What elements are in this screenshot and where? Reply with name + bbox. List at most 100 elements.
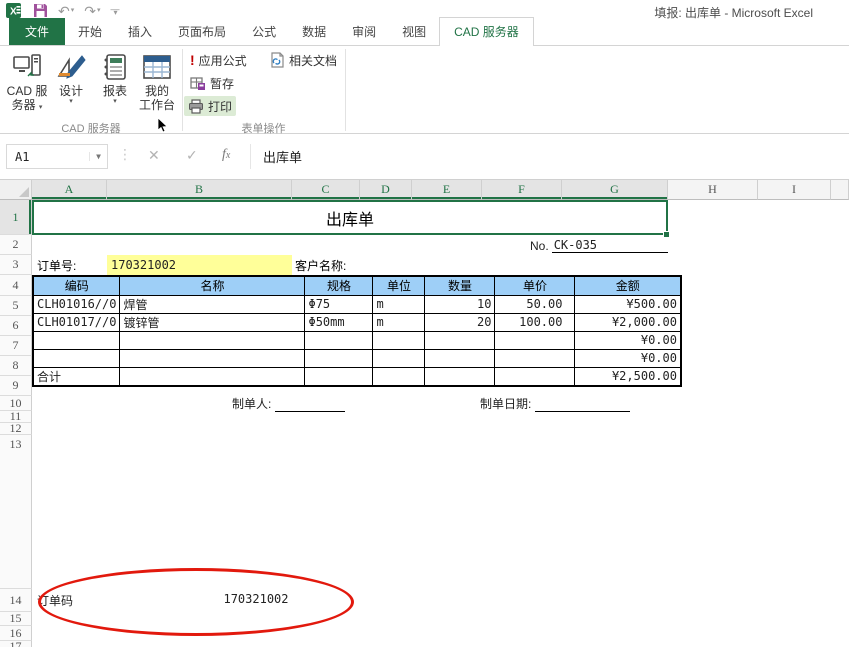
- cancel-icon[interactable]: ✕: [148, 147, 160, 164]
- temp-save-button[interactable]: 暂存: [186, 73, 238, 93]
- formula-bar-separator: ⋮: [118, 146, 132, 163]
- maker-blank-line: [275, 399, 345, 412]
- col-header-g[interactable]: G: [562, 180, 668, 200]
- cell[interactable]: [33, 349, 120, 367]
- cell[interactable]: Φ75: [305, 295, 373, 313]
- print-button[interactable]: 打印: [184, 96, 236, 116]
- cell[interactable]: [495, 331, 575, 349]
- cad-server-button[interactable]: CAD 服 务器 ▾: [7, 50, 47, 128]
- total-label-cell[interactable]: 合计: [33, 367, 120, 386]
- insert-function-icon[interactable]: fx: [222, 147, 230, 163]
- cell[interactable]: [495, 349, 575, 367]
- cell[interactable]: 100.00: [495, 313, 575, 331]
- doc-number-value: CK-035: [552, 238, 668, 253]
- design-button[interactable]: 设计 ▾: [51, 50, 91, 128]
- row-header-13[interactable]: 13: [0, 435, 32, 589]
- redo-dropdown-icon[interactable]: ▾: [97, 3, 101, 19]
- related-docs-button[interactable]: 相关文档: [266, 50, 341, 70]
- col-header-i[interactable]: I: [758, 180, 831, 200]
- order-no-label: 订单号:: [37, 257, 76, 274]
- customize-qat-button[interactable]: —▾: [111, 7, 120, 15]
- cell[interactable]: [495, 367, 575, 386]
- select-all-corner[interactable]: [0, 180, 32, 200]
- tab-formulas[interactable]: 公式: [239, 18, 289, 45]
- row-header-8[interactable]: 8: [0, 356, 32, 376]
- cell[interactable]: ¥0.00: [575, 331, 681, 349]
- cell[interactable]: [373, 331, 425, 349]
- row-header-7[interactable]: 7: [0, 336, 32, 356]
- cell[interactable]: [120, 331, 305, 349]
- cell[interactable]: [120, 367, 305, 386]
- col-header-e[interactable]: E: [412, 180, 482, 200]
- total-amount-cell[interactable]: ¥2,500.00: [575, 367, 681, 386]
- col-header-a[interactable]: A: [32, 180, 107, 200]
- row-header-17[interactable]: 17: [0, 641, 32, 647]
- undo-dropdown-icon[interactable]: ▾: [71, 3, 75, 19]
- cell[interactable]: ¥500.00: [575, 295, 681, 313]
- row-header-15[interactable]: 15: [0, 612, 32, 626]
- cell[interactable]: [373, 367, 425, 386]
- cell[interactable]: ¥0.00: [575, 349, 681, 367]
- apply-formula-button[interactable]: ! 应用公式: [186, 50, 251, 70]
- enter-icon[interactable]: ✓: [186, 147, 198, 164]
- cell[interactable]: m: [373, 313, 425, 331]
- order-no-value: 170321002: [111, 258, 176, 272]
- tab-cad-server[interactable]: CAD 服务器: [439, 17, 534, 46]
- tab-data[interactable]: 数据: [289, 18, 339, 45]
- name-box-dropdown-icon[interactable]: ▼: [89, 152, 107, 161]
- row-headers: 1 2 3 4 5 6 7 8 9 10 11 12 13 14 15 16 1…: [0, 200, 32, 647]
- cell[interactable]: 镀锌管: [120, 313, 305, 331]
- temp-save-icon: [190, 76, 206, 91]
- col-header-d[interactable]: D: [360, 180, 412, 200]
- cell[interactable]: [305, 367, 373, 386]
- row-header-6[interactable]: 6: [0, 316, 32, 336]
- cell[interactable]: 焊管: [120, 295, 305, 313]
- row-header-9[interactable]: 9: [0, 376, 32, 396]
- cell[interactable]: [33, 331, 120, 349]
- tab-view[interactable]: 视图: [389, 18, 439, 45]
- col-header-h[interactable]: H: [668, 180, 758, 200]
- row-header-14[interactable]: 14: [0, 589, 32, 612]
- col-header-c[interactable]: C: [292, 180, 360, 200]
- save-button[interactable]: [33, 3, 48, 18]
- col-header-f[interactable]: F: [482, 180, 562, 200]
- cell[interactable]: Φ50mm: [305, 313, 373, 331]
- cell[interactable]: [425, 331, 495, 349]
- tab-insert[interactable]: 插入: [115, 18, 165, 45]
- redo-button[interactable]: ↷▾: [84, 3, 100, 19]
- row-header-2[interactable]: 2: [0, 235, 32, 255]
- tab-page-layout[interactable]: 页面布局: [165, 18, 239, 45]
- cell[interactable]: CLH01017//0: [33, 313, 120, 331]
- formula-input[interactable]: 出库单: [250, 144, 845, 169]
- undo-button[interactable]: ↶▾: [58, 3, 74, 19]
- cell[interactable]: [373, 349, 425, 367]
- cell[interactable]: [305, 331, 373, 349]
- cell[interactable]: 20: [425, 313, 495, 331]
- cell[interactable]: ¥2,000.00: [575, 313, 681, 331]
- cell[interactable]: [425, 349, 495, 367]
- cell[interactable]: CLH01016//0: [33, 295, 120, 313]
- workbench-button[interactable]: 我的 工作台: [137, 50, 177, 128]
- row-header-12[interactable]: 12: [0, 423, 32, 435]
- row-header-3[interactable]: 3: [0, 255, 32, 275]
- cell[interactable]: [120, 349, 305, 367]
- row-header-4[interactable]: 4: [0, 275, 32, 296]
- order-no-input-cell[interactable]: 170321002: [107, 255, 292, 275]
- row-header-1[interactable]: 1: [0, 200, 32, 235]
- red-ellipse-annotation: [38, 568, 354, 636]
- row-header-5[interactable]: 5: [0, 296, 32, 316]
- cell[interactable]: 50.00: [495, 295, 575, 313]
- cell[interactable]: m: [373, 295, 425, 313]
- cell[interactable]: [305, 349, 373, 367]
- cell[interactable]: 10: [425, 295, 495, 313]
- tab-file[interactable]: 文件: [9, 18, 65, 45]
- form-title-cell[interactable]: 出库单: [32, 200, 668, 235]
- col-header-b[interactable]: B: [107, 180, 292, 200]
- tab-home[interactable]: 开始: [65, 18, 115, 45]
- doc-number-line[interactable]: No. CK-035: [530, 236, 668, 253]
- tab-review[interactable]: 审阅: [339, 18, 389, 45]
- report-button[interactable]: 报表 ▾: [95, 50, 135, 128]
- name-box[interactable]: A1 ▼: [6, 144, 108, 169]
- cell[interactable]: [425, 367, 495, 386]
- mouse-cursor: [157, 118, 169, 134]
